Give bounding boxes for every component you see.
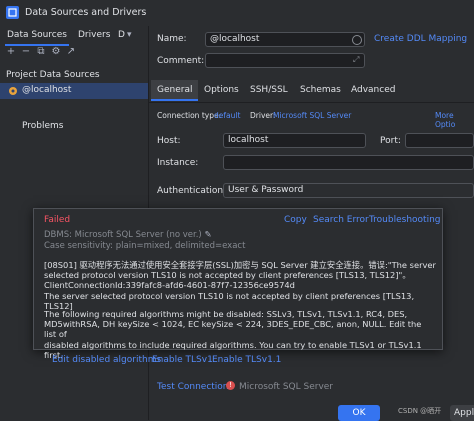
algorithms-message: The following required algorithms might … bbox=[44, 309, 422, 360]
datasource-item-localhost[interactable]: @localhost bbox=[0, 83, 148, 99]
authentication-select[interactable]: User & Password bbox=[223, 183, 474, 198]
settings-icon[interactable]: ⚙ bbox=[51, 46, 61, 62]
instance-label: Instance: bbox=[157, 158, 199, 168]
watermark: CSDN @晒开 bbox=[398, 407, 442, 415]
tab-ssh-ssl[interactable]: SSH/SSL bbox=[250, 85, 288, 103]
authentication-value: User & Password bbox=[228, 185, 304, 195]
expand-icon[interactable]: ⤢ bbox=[353, 55, 359, 65]
name-label: Name: bbox=[157, 34, 187, 44]
name-field[interactable]: @localhost bbox=[205, 32, 365, 47]
export-icon[interactable]: ↗ bbox=[66, 46, 76, 62]
title-bar: Data Sources and Drivers bbox=[0, 0, 474, 27]
comment-label: Comment: bbox=[157, 56, 205, 66]
host-label: Host: bbox=[157, 136, 181, 146]
connection-type-label: Connection type: bbox=[157, 111, 222, 120]
window-title: Data Sources and Drivers bbox=[25, 7, 147, 18]
apply-button[interactable]: Appl bbox=[450, 405, 474, 421]
error-icon: ! bbox=[226, 381, 235, 390]
edit-icon[interactable]: ✎ bbox=[202, 230, 211, 240]
dbms-info: DBMS: Microsoft SQL Server (no ver.) ✎ bbox=[44, 230, 212, 240]
driver-value[interactable]: Microsoft SQL Server bbox=[273, 111, 351, 120]
edit-disabled-algorithms-link[interactable]: Edit disabled algorithms bbox=[52, 355, 161, 365]
problems-label[interactable]: Problems bbox=[22, 121, 63, 131]
driver-label: Driver: bbox=[250, 111, 276, 120]
tab-ddl[interactable]: D bbox=[116, 26, 127, 44]
app-icon bbox=[6, 6, 19, 19]
ok-button[interactable]: OK bbox=[338, 405, 380, 421]
tab-options[interactable]: Options bbox=[204, 85, 239, 103]
tab-general[interactable]: General bbox=[151, 80, 199, 101]
connection-error-popup: Failed Copy Search Error Troubleshooting… bbox=[33, 208, 443, 365]
test-status-label: Microsoft SQL Server bbox=[239, 382, 334, 392]
left-toolbar: + − ⧉ ⚙ ↗ bbox=[6, 46, 76, 62]
tab-data-sources[interactable]: Data Sources bbox=[5, 26, 69, 46]
chevron-right-icon[interactable]: ▾ bbox=[127, 30, 132, 40]
settings-tabs: General Options SSH/SSL Schemas Advanced bbox=[149, 80, 474, 103]
more-options-link[interactable]: More Optio bbox=[435, 111, 474, 129]
port-label: Port: bbox=[380, 136, 401, 146]
add-icon[interactable]: + bbox=[6, 46, 16, 62]
enable-tlsv1-link[interactable]: Enable TLSv1 bbox=[152, 355, 213, 365]
tab-drivers[interactable]: Drivers bbox=[76, 26, 112, 44]
host-field[interactable]: localhost bbox=[223, 133, 366, 148]
enable-tlsv1-1-link[interactable]: Enable TLSv1.1 bbox=[212, 355, 281, 365]
case-sensitivity-info: Case sensitivity: plain=mixed, delimited… bbox=[44, 241, 246, 251]
name-value: @localhost bbox=[210, 34, 260, 44]
sqlserver-icon bbox=[8, 86, 18, 96]
search-error-link[interactable]: Search Error bbox=[313, 215, 369, 225]
copy-icon[interactable]: ⧉ bbox=[36, 46, 46, 62]
tab-schemas[interactable]: Schemas bbox=[300, 85, 341, 103]
host-value: localhost bbox=[228, 135, 269, 145]
copy-link[interactable]: Copy bbox=[284, 215, 307, 225]
troubleshooting-link[interactable]: Troubleshooting bbox=[369, 215, 441, 225]
connection-type-value[interactable]: default bbox=[214, 111, 240, 120]
test-connection-link[interactable]: Test Connection bbox=[157, 382, 229, 392]
create-ddl-mapping-link[interactable]: Create DDL Mapping bbox=[374, 34, 467, 44]
authentication-label: Authentication: bbox=[157, 186, 227, 196]
project-data-sources-label: Project Data Sources bbox=[6, 70, 100, 80]
port-field[interactable] bbox=[405, 133, 474, 148]
comment-field[interactable] bbox=[205, 53, 365, 68]
failed-status: Failed bbox=[44, 215, 71, 225]
tab-advanced[interactable]: Advanced bbox=[351, 85, 395, 103]
error-message: [08S01] 驱动程序无法通过使用安全套接字层(SSL)加密与 SQL Ser… bbox=[44, 260, 436, 311]
instance-field[interactable] bbox=[223, 155, 474, 170]
datasource-label: @localhost bbox=[22, 85, 72, 95]
color-picker-icon[interactable] bbox=[352, 35, 362, 45]
remove-icon[interactable]: − bbox=[21, 46, 31, 62]
